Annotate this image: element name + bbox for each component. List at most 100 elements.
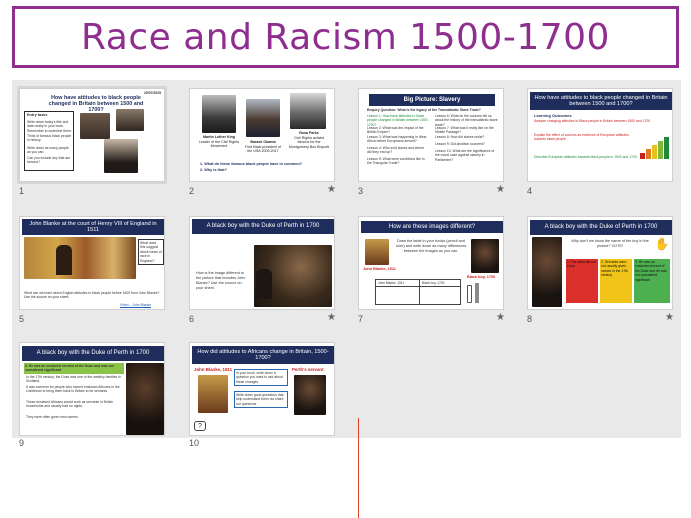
page-title: Race and Racism 1500-1700: [81, 16, 610, 58]
lesson-item: Lesson 8: How did slaves resist?: [435, 135, 485, 139]
slide-title-bar: How have attitudes to black people chang…: [530, 92, 672, 110]
slide-number: 10: [189, 438, 200, 448]
portrait-photo: [116, 109, 144, 131]
entry-task-3: Write down as many people as you can.: [27, 146, 69, 155]
lesson-item: Lesson 5: What were conditions like in t…: [367, 157, 425, 166]
table-header: John Blanke, 1511: [378, 281, 405, 285]
question-2: 2. Why is that?: [200, 168, 227, 172]
slide-thumbnail-1[interactable]: 29/07/2025 How have attitudes to black p…: [17, 86, 167, 184]
slide-thumbnail-8[interactable]: A black boy with the Duke of Perth in 17…: [527, 216, 673, 310]
portrait-photo: [80, 113, 110, 139]
vote-hands-icon: ✋: [654, 237, 670, 251]
vote-option-yellow: 2. Servants were not usually given names…: [600, 259, 632, 303]
caption: Martin Luther King: [203, 135, 235, 139]
slide-number: 2: [189, 186, 195, 196]
animation-star-icon: ★: [327, 184, 336, 195]
vote-option-green: 3. He was an enslaved servant of the Duk…: [634, 259, 670, 303]
slide-title-bar: How are these images different?: [361, 221, 503, 233]
slide-number: 4: [527, 186, 533, 196]
slide-title-bar: How did attitudes to Africans change in …: [192, 346, 334, 364]
animation-star-icon: ★: [496, 312, 505, 323]
black-boy-image: [126, 363, 164, 435]
caption-detail: First black president of the USA 2009-20…: [244, 145, 282, 154]
slide-thumbnail-3[interactable]: Big Picture: Slavery Enquiry Question: W…: [358, 88, 504, 182]
entry-task-4: Can you include any that are famous?: [27, 156, 71, 165]
slide-number: 8: [527, 314, 533, 324]
lesson-item: Lesson 3: What was happening in West Afr…: [367, 135, 427, 144]
slide-thumbnail-5[interactable]: John Blanke at the court of Henry VIII o…: [19, 216, 165, 310]
reflection-box: What does this suggest about views of ra…: [138, 239, 164, 266]
slide-title-bar: A black boy with the Duke of Perth in 17…: [192, 219, 334, 234]
task-box: Write down good questions that help unde…: [234, 391, 288, 409]
bullet-item: These enslaved Africans would work as se…: [26, 400, 114, 409]
bullet-item: It was common for people who owned ensla…: [26, 385, 120, 394]
learning-outcome: Explain the effect of sources as evidenc…: [534, 133, 629, 142]
image-label: Perth's servant: [292, 367, 324, 372]
ruler-icon: [475, 283, 479, 303]
slide-thumbnail-2[interactable]: Martin Luther King Leader of the Civil R…: [189, 88, 335, 182]
question-1: 1. What do these famous black people hav…: [200, 162, 303, 166]
progress-chart-icon: [640, 135, 670, 159]
speech-bubble-icon: ?: [194, 421, 206, 431]
lesson-item: Lesson 10: What are the significance of …: [435, 149, 495, 162]
slide-number: 1: [19, 186, 25, 196]
portrait-photo: [104, 139, 138, 173]
animation-star-icon: ★: [665, 312, 674, 323]
highlighted-answer: 3. He was an enslaved servant of the Duk…: [24, 363, 124, 374]
entry-task-1: Write down today's title and date neatly…: [27, 120, 72, 133]
black-boy-image: [532, 237, 562, 307]
caption-detail: Leader of the Civil Rights Movement: [198, 140, 240, 149]
slide-subtitle: Enquiry Question: What is the legacy of …: [367, 108, 481, 112]
bullet-item: They were often given new names.: [26, 415, 79, 419]
slide-body: Draw the table in your books (pencil and…: [395, 239, 467, 253]
entry-task-box: Entry tasks Write down today's title and…: [24, 111, 74, 171]
caption-detail: Civil Rights activist famous for the Mon…: [288, 136, 330, 149]
slide-number: 3: [358, 186, 364, 196]
slide-sorter-panel[interactable]: 29/07/2025 How have attitudes to black p…: [12, 80, 681, 518]
vote-option-red: 1. The artist did not know: [566, 259, 598, 303]
john-blanke-image: [198, 375, 228, 413]
lesson-item: Lesson 9: Did abolition succeed?: [435, 142, 485, 146]
portrait-photo: [290, 93, 326, 129]
slide-thumbnail-7[interactable]: How are these images different? John Bla…: [358, 216, 504, 310]
lesson-item: Lesson 7: What was it really like on the…: [435, 126, 494, 135]
learning-outcomes-heading: Learning Outcomes: [534, 113, 572, 118]
black-boy-image: [294, 375, 326, 415]
lesson-item: Lesson 4: Who sold slaves and where did …: [367, 146, 425, 155]
image-label: John Blanke, 1511: [363, 267, 396, 271]
slide-date: 29/07/2025: [144, 91, 161, 95]
slide-number: 7: [358, 314, 364, 324]
john-blanke-image: [365, 239, 389, 265]
slide-thumbnail-6[interactable]: A black boy with the Duke of Perth in 17…: [189, 216, 335, 310]
slide-title-bar: Big Picture: Slavery: [369, 94, 495, 106]
slide-thumbnail-9[interactable]: A black boy with the Duke of Perth in 17…: [19, 342, 165, 436]
lesson-item: Lesson 2: What was the impact of the Bri…: [367, 126, 424, 135]
slide-number: 9: [19, 438, 25, 448]
insertion-marker: [358, 418, 359, 518]
entry-task-2: Think of famous black people in history.: [27, 134, 72, 143]
portrait-photo: [246, 99, 280, 137]
animation-star-icon: ★: [496, 184, 505, 195]
caption: Barack Obama: [250, 140, 276, 144]
comparison-table: John Blanke, 1511 Black boy, 1700: [375, 279, 461, 305]
vote-question: Why don't we know the name of the boy in…: [571, 239, 649, 248]
image-label: John Blanke, 1511: [194, 367, 233, 372]
slide-number: 6: [189, 314, 195, 324]
slide-thumbnail-10[interactable]: How did attitudes to Africans change in …: [189, 342, 335, 436]
black-boy-image: [471, 239, 499, 273]
john-blanke-figure: [56, 245, 72, 275]
page-title-box: Race and Racism 1500-1700: [12, 6, 679, 68]
painting-image: [24, 237, 136, 279]
bullet-item: In the 17th century, the Duke was one of…: [26, 375, 121, 384]
slide-title-bar: John Blanke at the court of Henry VIII o…: [22, 219, 164, 235]
slide-thumbnail-4[interactable]: How have attitudes to black people chang…: [527, 88, 673, 182]
video-link[interactable]: Video – John Blanke: [120, 303, 151, 307]
pencil-icon: [467, 285, 472, 303]
caption: Rosa Parks: [299, 131, 319, 135]
entry-task-heading: Entry tasks: [27, 113, 48, 117]
portrait-photo: [202, 95, 236, 133]
task-box: In your book, write down a question you …: [234, 369, 288, 387]
black-boy-figure: [256, 269, 272, 299]
slide-number: 5: [19, 314, 25, 324]
image-label: Black boy, 1700: [467, 275, 496, 279]
